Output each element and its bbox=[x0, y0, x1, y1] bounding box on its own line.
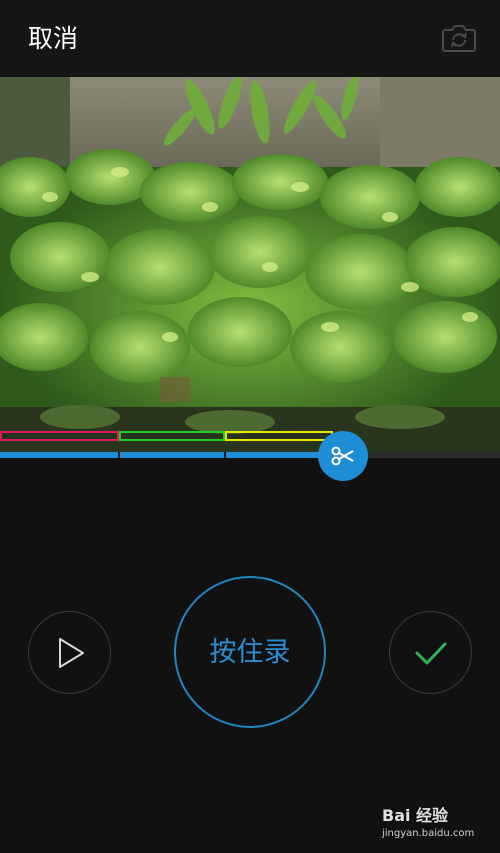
scissors-icon bbox=[331, 446, 354, 466]
checkmark-icon bbox=[415, 642, 447, 665]
progress-fill bbox=[0, 452, 340, 458]
segment-3[interactable] bbox=[225, 431, 333, 441]
record-button-label: 按住录 bbox=[209, 637, 291, 668]
segment-1[interactable] bbox=[0, 431, 119, 441]
camera-switch-icon bbox=[442, 25, 476, 52]
baidu-jingyan-watermark: Bai 经验 jingyan.baidu.com bbox=[382, 798, 492, 848]
cancel-button[interactable]: 取消 bbox=[28, 22, 78, 56]
watermark-brand: Bai 经验 bbox=[382, 806, 449, 825]
recording-progress-bar bbox=[0, 452, 500, 458]
camera-switch-button[interactable] bbox=[440, 21, 478, 55]
cut-segment-button[interactable] bbox=[318, 431, 368, 481]
play-icon bbox=[59, 638, 84, 668]
segment-divider bbox=[224, 452, 226, 458]
record-button[interactable]: 按住录 bbox=[174, 576, 326, 728]
camera-viewfinder[interactable] bbox=[0, 77, 500, 452]
segment-2[interactable] bbox=[119, 431, 225, 441]
segment-divider bbox=[118, 452, 120, 458]
confirm-button[interactable] bbox=[389, 611, 472, 694]
play-button[interactable] bbox=[28, 611, 111, 694]
recorded-segments bbox=[0, 431, 500, 445]
top-bar: 取消 bbox=[0, 0, 500, 77]
watermark-url: jingyan.baidu.com bbox=[382, 828, 475, 839]
camera-preview-image bbox=[0, 77, 500, 452]
